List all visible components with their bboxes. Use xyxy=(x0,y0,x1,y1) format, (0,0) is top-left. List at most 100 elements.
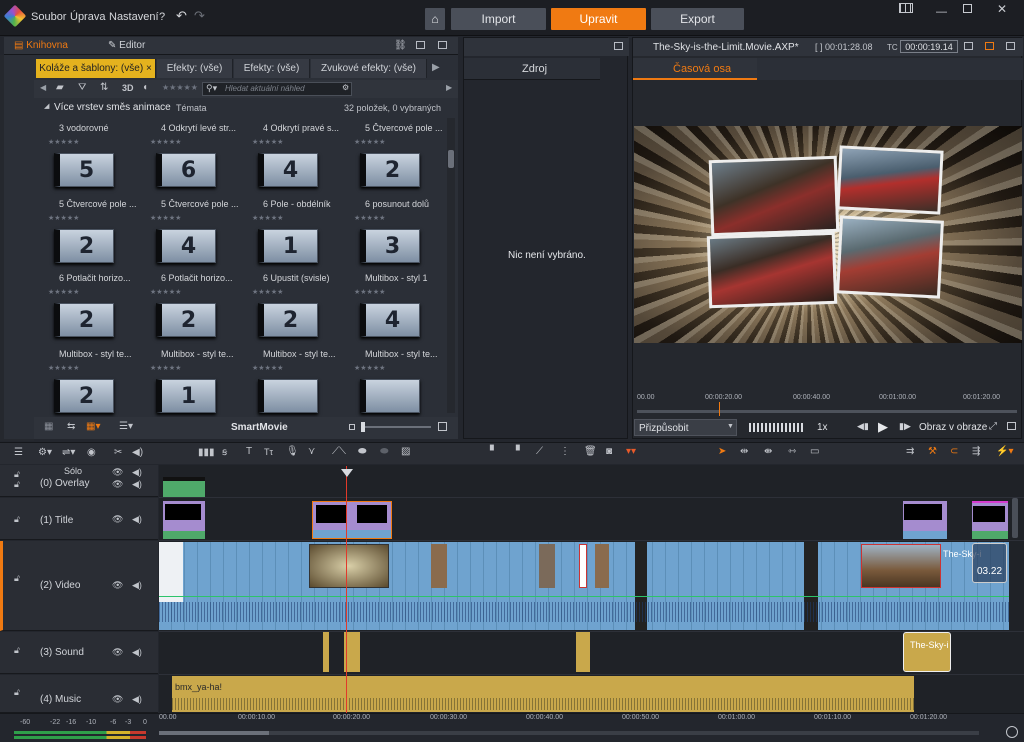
rating-filter[interactable]: ★★★★★ xyxy=(162,83,198,92)
fullscreen-icon[interactable]: ⤢ xyxy=(989,421,997,432)
popout-icon[interactable] xyxy=(985,42,994,50)
title-tool-icon[interactable]: T xyxy=(246,446,252,457)
tab-editor[interactable]: ✎ Editor xyxy=(108,40,145,51)
rating-stars[interactable]: ★★★★★ xyxy=(252,288,283,296)
track-name-title[interactable]: (1) Title xyxy=(40,515,73,526)
menu-edit[interactable]: Úprava xyxy=(70,11,105,23)
speaker-icon[interactable]: ◀) xyxy=(132,514,142,525)
audio-scrub-icon[interactable]: ⇉ xyxy=(906,446,914,457)
sound-effect-tool-icon[interactable]: ꞩ xyxy=(222,447,227,458)
volume-icon[interactable]: ◀) xyxy=(132,447,143,458)
rating-stars[interactable]: ★★★★★ xyxy=(354,364,385,372)
sound-clip[interactable] xyxy=(576,632,590,672)
speaker-icon[interactable]: ◀) xyxy=(132,647,142,658)
eye-icon[interactable]: 👁︎ xyxy=(112,514,123,525)
playhead[interactable] xyxy=(346,466,347,726)
lock-icon[interactable]: 🔓︎ xyxy=(14,479,20,490)
lock-icon[interactable]: 🔓︎ xyxy=(14,514,20,525)
home-button[interactable]: ⌂ xyxy=(425,8,445,30)
template-thumbnail[interactable]: 4 xyxy=(156,229,216,263)
trim-icon[interactable]: ⋮ xyxy=(560,446,570,457)
rating-stars[interactable]: ★★★★★ xyxy=(150,214,181,222)
menu-settings[interactable]: Nastavení xyxy=(109,11,159,23)
grid-view-icon[interactable]: ▦▾ xyxy=(86,421,100,432)
smartmovie-button[interactable]: SmartMovie xyxy=(231,422,288,433)
split-icon[interactable]: ⟋ xyxy=(536,446,543,457)
title-clip[interactable] xyxy=(972,501,1008,539)
rating-stars[interactable]: ★★★★★ xyxy=(150,138,181,146)
library-scroll-right-icon[interactable]: ▶ xyxy=(432,62,440,73)
trim-mode-icon[interactable]: ⇶ xyxy=(972,446,980,457)
template-thumbnail[interactable]: 3 xyxy=(360,229,420,263)
close-tab-icon[interactable]: × xyxy=(146,63,152,74)
title-clip[interactable] xyxy=(903,501,947,539)
template-thumbnail[interactable]: 2 xyxy=(54,379,114,413)
mode-export-button[interactable]: Export xyxy=(651,8,744,30)
template-thumbnail[interactable] xyxy=(360,379,420,413)
subtab-effects-1[interactable]: Efekty: (vše) xyxy=(157,59,233,78)
speaker-icon[interactable]: ◀) xyxy=(132,694,142,705)
fit-select[interactable]: Přizpůsobit ▼ xyxy=(634,419,737,436)
filter-icon[interactable]: ⛛ xyxy=(78,82,86,93)
scissors-icon[interactable]: ✂ xyxy=(114,447,122,458)
view-3d-toggle[interactable]: 3D xyxy=(122,83,134,93)
image-tool-icon[interactable]: ▨ xyxy=(401,446,410,457)
track-name-sound[interactable]: (3) Sound xyxy=(40,647,84,658)
title-clip[interactable] xyxy=(163,501,205,539)
text-tool-icon[interactable]: Tτ xyxy=(264,447,273,457)
slip-icon[interactable]: ⇼ xyxy=(764,446,772,457)
prev-frame-icon[interactable]: ◀▮ xyxy=(857,421,869,432)
rating-stars[interactable]: ★★★★★ xyxy=(48,364,79,372)
speed-tool-icon[interactable]: ⋎ xyxy=(308,446,315,457)
menu-file[interactable]: Soubor xyxy=(31,11,66,23)
rating-stars[interactable]: ★★★★★ xyxy=(48,138,79,146)
stack-icon[interactable]: ▦ xyxy=(44,421,53,432)
slide-icon[interactable]: ⇿ xyxy=(788,446,796,457)
sound-clip[interactable] xyxy=(323,632,329,672)
sync-icon[interactable]: ⇆ xyxy=(67,421,75,432)
music-clip[interactable] xyxy=(172,676,914,712)
section-topics[interactable]: Témata xyxy=(176,103,207,113)
tag-icon[interactable]: ◖ xyxy=(142,82,148,93)
title-clip[interactable] xyxy=(312,501,392,539)
magnet-icon[interactable]: ⊂ xyxy=(950,446,958,457)
search-input[interactable]: ⚲▾ Hledat aktuální náhled ⚙ xyxy=(202,82,352,96)
search-clear-icon[interactable]: ⚙ xyxy=(342,83,349,92)
help-icon[interactable]: ? xyxy=(159,11,165,23)
snap-icon[interactable]: ⚒ xyxy=(928,446,937,457)
marker-in-icon[interactable]: ▝ xyxy=(512,446,520,457)
redo-icon[interactable]: ↷ xyxy=(194,8,205,24)
forward-icon[interactable]: ▶ xyxy=(446,83,452,92)
next-frame-icon[interactable]: ▮▶ xyxy=(899,421,911,432)
template-thumbnail[interactable]: 2 xyxy=(258,303,318,337)
link-toggle-icon[interactable]: ⬬ xyxy=(358,446,367,457)
rating-stars[interactable]: ★★★★★ xyxy=(354,288,385,296)
template-thumbnail[interactable]: 6 xyxy=(156,153,216,187)
ripple-icon[interactable]: ⇹ xyxy=(740,446,748,457)
clip-end-marker[interactable] xyxy=(972,543,1007,583)
overlay-clip[interactable] xyxy=(163,477,205,497)
close-icon[interactable]: ✕ xyxy=(997,2,1007,16)
timeline-hscrollbar[interactable] xyxy=(159,731,979,735)
template-thumbnail[interactable] xyxy=(258,379,318,413)
eye-icon[interactable]: 👁︎ xyxy=(112,647,123,658)
rating-stars[interactable]: ★★★★★ xyxy=(150,288,181,296)
source-expand-icon[interactable] xyxy=(614,42,623,50)
list-view-icon[interactable]: ☰▾ xyxy=(119,421,133,432)
layout-grid-icon[interactable] xyxy=(899,3,913,13)
camera-icon[interactable]: ◙ xyxy=(606,446,612,457)
microphone-icon[interactable]: 🎙︎ xyxy=(286,446,299,457)
track-options-icon[interactable]: ⇌▾ xyxy=(62,447,75,458)
tool-dropdown-icon[interactable]: ⚡▾ xyxy=(996,446,1013,457)
sort-icon[interactable]: ⇅ xyxy=(100,82,108,93)
subtab-sound-effects[interactable]: Zvukové efekty: (vše) xyxy=(311,59,427,78)
playhead-handle[interactable] xyxy=(341,469,353,477)
template-thumbnail[interactable]: 2 xyxy=(54,229,114,263)
template-thumbnail[interactable]: 2 xyxy=(54,303,114,337)
jog-wheel[interactable] xyxy=(749,423,805,432)
template-thumbnail[interactable]: 4 xyxy=(360,303,420,337)
mode-edit-button[interactable]: Upravit xyxy=(551,8,646,30)
disc-menu-icon[interactable]: ◉ xyxy=(87,447,96,458)
lock-icon[interactable]: 🔓︎ xyxy=(14,687,20,698)
external-monitor-icon[interactable] xyxy=(1007,422,1016,430)
